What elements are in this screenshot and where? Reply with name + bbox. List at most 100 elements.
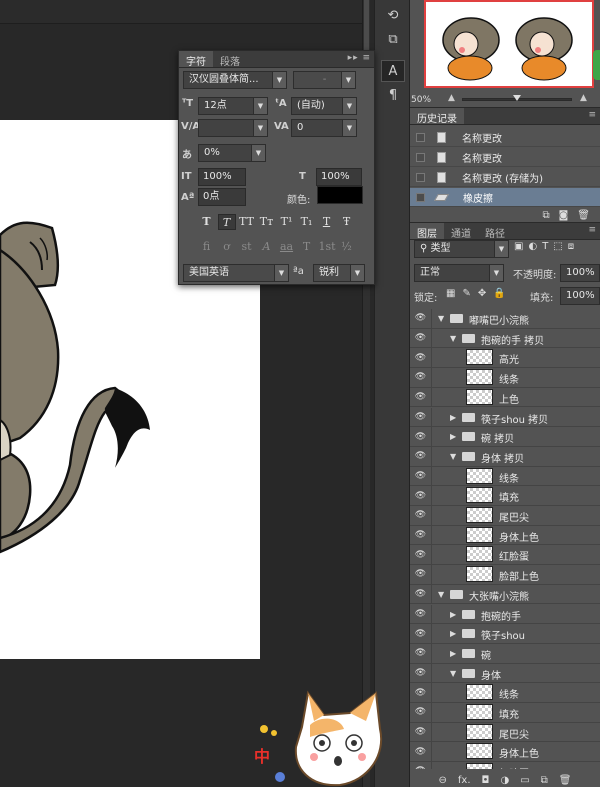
discretionary-ligature-button[interactable]: st bbox=[239, 239, 255, 255]
tsume-field[interactable]: 0% ▼ bbox=[198, 144, 266, 162]
type-tool-icon[interactable]: A bbox=[381, 60, 405, 82]
history-item-selected[interactable]: 橡皮擦 bbox=[410, 188, 600, 207]
eye-visibility-icon[interactable]: 👁 bbox=[410, 466, 432, 486]
layer-group-row[interactable]: 👁 ▼ 身体 拷贝 bbox=[410, 446, 600, 467]
kerning-field[interactable]: ▼ bbox=[198, 119, 268, 137]
ordinals-button[interactable]: 1st bbox=[319, 239, 336, 255]
layer-row[interactable]: 👁 上色 bbox=[410, 387, 600, 408]
trash-icon[interactable]: 🗑 bbox=[577, 210, 590, 221]
layer-group-row[interactable]: 👁 ▶ 碗 bbox=[410, 643, 600, 664]
eye-visibility-icon[interactable]: 👁 bbox=[410, 683, 432, 702]
snapshot-checkbox[interactable] bbox=[416, 152, 425, 162]
layer-group-row[interactable]: 👁 ▼ 嘟嘴巴小浣熊 bbox=[410, 309, 600, 329]
adjustment-filter-icon[interactable]: ◐ bbox=[528, 241, 537, 252]
disclosure-open-icon[interactable]: ▼ bbox=[438, 590, 444, 599]
eye-visibility-icon[interactable]: 👁 bbox=[410, 506, 432, 525]
eye-visibility-icon[interactable]: 👁 bbox=[410, 663, 432, 683]
zoom-in-icon[interactable]: ▲ bbox=[580, 93, 587, 103]
new-group-icon[interactable]: ▭ bbox=[520, 775, 529, 786]
eye-visibility-icon[interactable]: 👁 bbox=[410, 348, 432, 368]
layer-row[interactable]: 👁 尾巴尖 bbox=[410, 506, 600, 526]
disclosure-closed-icon[interactable]: ▶ bbox=[450, 649, 456, 658]
swash-button[interactable]: A bbox=[259, 239, 275, 255]
superscript-button[interactable]: T¹ bbox=[278, 214, 296, 230]
shape-filter-icon[interactable]: ⬚ bbox=[553, 241, 562, 252]
layer-row[interactable]: 👁 填充 bbox=[410, 703, 600, 723]
tracking-field[interactable]: 0 ▼ bbox=[291, 119, 357, 137]
font-size-field[interactable]: 12点 ▼ bbox=[198, 97, 268, 115]
layer-row[interactable]: 👁 脸部上色 bbox=[410, 565, 600, 585]
faux-bold-button[interactable]: T bbox=[198, 214, 216, 230]
disclosure-closed-icon[interactable]: ▶ bbox=[450, 413, 456, 422]
disclosure-open-icon[interactable]: ▼ bbox=[438, 314, 444, 323]
type-filter-icon[interactable]: T bbox=[542, 241, 548, 252]
tab-layers[interactable]: 图层 bbox=[410, 223, 444, 240]
smart-object-filter-icon[interactable]: ⧈ bbox=[568, 241, 574, 252]
stylistic-alternates-button[interactable]: aa bbox=[279, 239, 295, 255]
trash-icon[interactable]: 🗑 bbox=[559, 775, 572, 786]
navigator-thumbnail[interactable] bbox=[424, 0, 594, 88]
blend-mode-select[interactable]: 正常 ▼ bbox=[414, 264, 504, 282]
eye-visibility-icon[interactable]: 👁 bbox=[410, 703, 432, 722]
eye-visibility-icon[interactable]: 👁 bbox=[410, 762, 432, 769]
layer-row[interactable]: 👁 红脸蛋 bbox=[410, 545, 600, 566]
panel-menu-icon[interactable]: ≡ bbox=[588, 110, 597, 120]
new-document-from-state-icon[interactable]: ⧉ bbox=[542, 210, 549, 221]
layer-row[interactable]: 👁 线条 bbox=[410, 466, 600, 487]
eye-visibility-icon[interactable]: 👁 bbox=[410, 387, 432, 407]
eye-visibility-icon[interactable]: 👁 bbox=[410, 643, 432, 663]
text-color-swatch[interactable] bbox=[317, 186, 363, 204]
rotate-icon[interactable]: ⟲ bbox=[381, 4, 405, 26]
lock-position-icon[interactable]: ✥ bbox=[478, 288, 486, 299]
layer-group-row[interactable]: 👁 ▼ 身体 bbox=[410, 663, 600, 684]
layer-row[interactable]: 👁 线条 bbox=[410, 683, 600, 703]
eye-visibility-icon[interactable]: 👁 bbox=[410, 742, 432, 762]
strikethrough-button[interactable]: Ŧ bbox=[338, 214, 356, 230]
eye-visibility-icon[interactable]: 👁 bbox=[410, 525, 432, 545]
layer-group-row[interactable]: 👁 ▶ 碗 拷贝 bbox=[410, 427, 600, 447]
eye-visibility-icon[interactable]: 👁 bbox=[410, 427, 432, 446]
zoom-out-icon[interactable]: ▲ bbox=[448, 93, 455, 103]
eye-visibility-icon[interactable]: 👁 bbox=[410, 407, 432, 427]
baseline-shift-field[interactable]: 0点 bbox=[198, 188, 246, 206]
lock-all-icon[interactable]: 🔒 bbox=[493, 288, 505, 299]
disclosure-closed-icon[interactable]: ▶ bbox=[450, 610, 456, 619]
layer-group-row[interactable]: 👁 ▶ 抱碗的手 bbox=[410, 604, 600, 625]
all-caps-button[interactable]: TT bbox=[238, 214, 256, 230]
layer-group-row[interactable]: 👁 ▼ 大张嘴小浣熊 bbox=[410, 584, 600, 605]
layer-filter-select[interactable]: ⚲ 类型 ▼ bbox=[414, 240, 509, 258]
eye-visibility-icon[interactable]: 👁 bbox=[410, 545, 432, 565]
panel-menu-icon[interactable]: ▸▸ ≡ bbox=[348, 53, 371, 63]
eye-visibility-icon[interactable]: 👁 bbox=[410, 624, 432, 643]
lock-transparency-icon[interactable]: ▦ bbox=[446, 288, 455, 299]
tab-history[interactable]: 历史记录 bbox=[410, 108, 464, 125]
small-caps-button[interactable]: Tт bbox=[258, 214, 276, 230]
vertical-scale-field[interactable]: 100% bbox=[198, 168, 246, 186]
layer-row[interactable]: 👁 高光 bbox=[410, 348, 600, 369]
disclosure-open-icon[interactable]: ▼ bbox=[450, 669, 456, 678]
eye-visibility-icon[interactable]: 👁 bbox=[410, 328, 432, 348]
titling-alternates-button[interactable]: T bbox=[299, 239, 315, 255]
layer-row[interactable]: 👁 身体上色 bbox=[410, 742, 600, 763]
tab-channels[interactable]: 通道 bbox=[444, 223, 478, 240]
history-item[interactable]: 名称更改 bbox=[410, 148, 600, 167]
adjustment-layer-icon[interactable]: ◑ bbox=[500, 775, 509, 786]
leading-field[interactable]: (自动) ▼ bbox=[291, 97, 357, 115]
tab-character[interactable]: 字符 bbox=[179, 51, 213, 68]
eye-visibility-icon[interactable]: 👁 bbox=[410, 368, 432, 387]
language-select[interactable]: 美国英语 ▼ bbox=[183, 264, 289, 282]
subscript-button[interactable]: T₁ bbox=[298, 214, 316, 230]
layer-group-row[interactable]: 👁 ▶ 筷子shou bbox=[410, 624, 600, 644]
eye-visibility-icon[interactable]: 👁 bbox=[410, 565, 432, 584]
anti-alias-select[interactable]: 锐利 ▼ bbox=[313, 264, 365, 282]
tab-paths[interactable]: 路径 bbox=[478, 223, 512, 240]
eye-visibility-icon[interactable]: 👁 bbox=[410, 309, 432, 328]
layer-row[interactable]: 👁 红脸蛋 bbox=[410, 762, 600, 769]
layer-style-icon[interactable]: fx. bbox=[458, 775, 471, 786]
zoom-level[interactable]: 50% bbox=[411, 95, 431, 105]
opacity-field[interactable]: 100% bbox=[560, 264, 600, 282]
eye-visibility-icon[interactable]: 👁 bbox=[410, 604, 432, 624]
snapshot-checkbox[interactable] bbox=[416, 132, 425, 142]
layer-row[interactable]: 👁 身体上色 bbox=[410, 525, 600, 546]
font-family-select[interactable]: 汉仪圆叠体简... ▼ bbox=[183, 71, 287, 89]
